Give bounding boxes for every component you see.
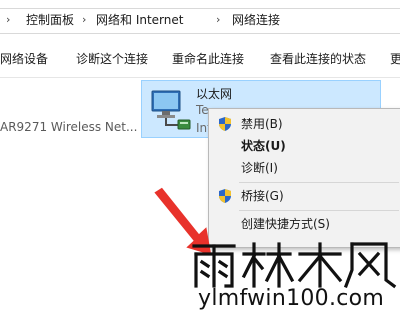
adapter-name: 以太网	[196, 87, 233, 101]
breadcrumb-network-connections[interactable]: 网络连接	[232, 11, 280, 29]
menu-item-diagnose[interactable]: 诊断(I)	[209, 157, 400, 179]
breadcrumb-separator[interactable]: ›	[216, 12, 220, 28]
diagnose-connection-button[interactable]: 诊断这个连接	[76, 51, 148, 67]
menu-item-label: 诊断(I)	[241, 161, 278, 175]
window: › 控制面板 › 网络和 Internet › 网络连接 网络设备 诊断这个连接…	[0, 0, 400, 323]
rename-connection-button[interactable]: 重命名此连接	[172, 51, 244, 67]
menu-item-status[interactable]: 状态(U)	[209, 135, 400, 157]
breadcrumb-separator[interactable]: ›	[6, 12, 10, 28]
watermark-logo	[192, 242, 397, 289]
more-button[interactable]: 更	[390, 51, 400, 67]
menu-item-label: 桥接(G)	[241, 189, 284, 203]
breadcrumb-network-internet[interactable]: 网络和 Internet	[96, 11, 183, 29]
view-status-button[interactable]: 查看此连接的状态	[270, 51, 366, 67]
address-bar: › 控制面板 › 网络和 Internet › 网络连接	[0, 0, 400, 38]
menu-item-label: 禁用(B)	[241, 117, 283, 131]
network-adapter-icon	[151, 90, 191, 130]
uac-shield-icon	[219, 117, 231, 131]
menu-item-bridge[interactable]: 桥接(G)	[209, 185, 400, 207]
menu-separator	[239, 182, 399, 183]
menu-item-label: 状态(U)	[241, 139, 286, 153]
context-menu: 禁用(B) 状态(U) 诊断(I) 桥接(G) 创建快捷方式(S)	[208, 108, 400, 248]
adapter-status-text: Te	[196, 103, 209, 117]
network-device-button[interactable]: 网络设备	[0, 51, 48, 67]
wireless-adapter-description[interactable]: AR9271 Wireless Net...	[0, 120, 137, 134]
menu-separator	[239, 210, 399, 211]
menu-item-label: 创建快捷方式(S)	[241, 217, 330, 231]
menu-item-create-shortcut[interactable]: 创建快捷方式(S)	[209, 213, 400, 235]
watermark-url: ylmfwin100.com	[198, 286, 385, 311]
command-bar: 网络设备 诊断这个连接 重命名此连接 查看此连接的状态 更	[0, 40, 400, 78]
breadcrumb-control-panel[interactable]: 控制面板	[26, 11, 74, 29]
breadcrumb-separator[interactable]: ›	[82, 12, 86, 28]
menu-item-disable[interactable]: 禁用(B)	[209, 113, 400, 135]
